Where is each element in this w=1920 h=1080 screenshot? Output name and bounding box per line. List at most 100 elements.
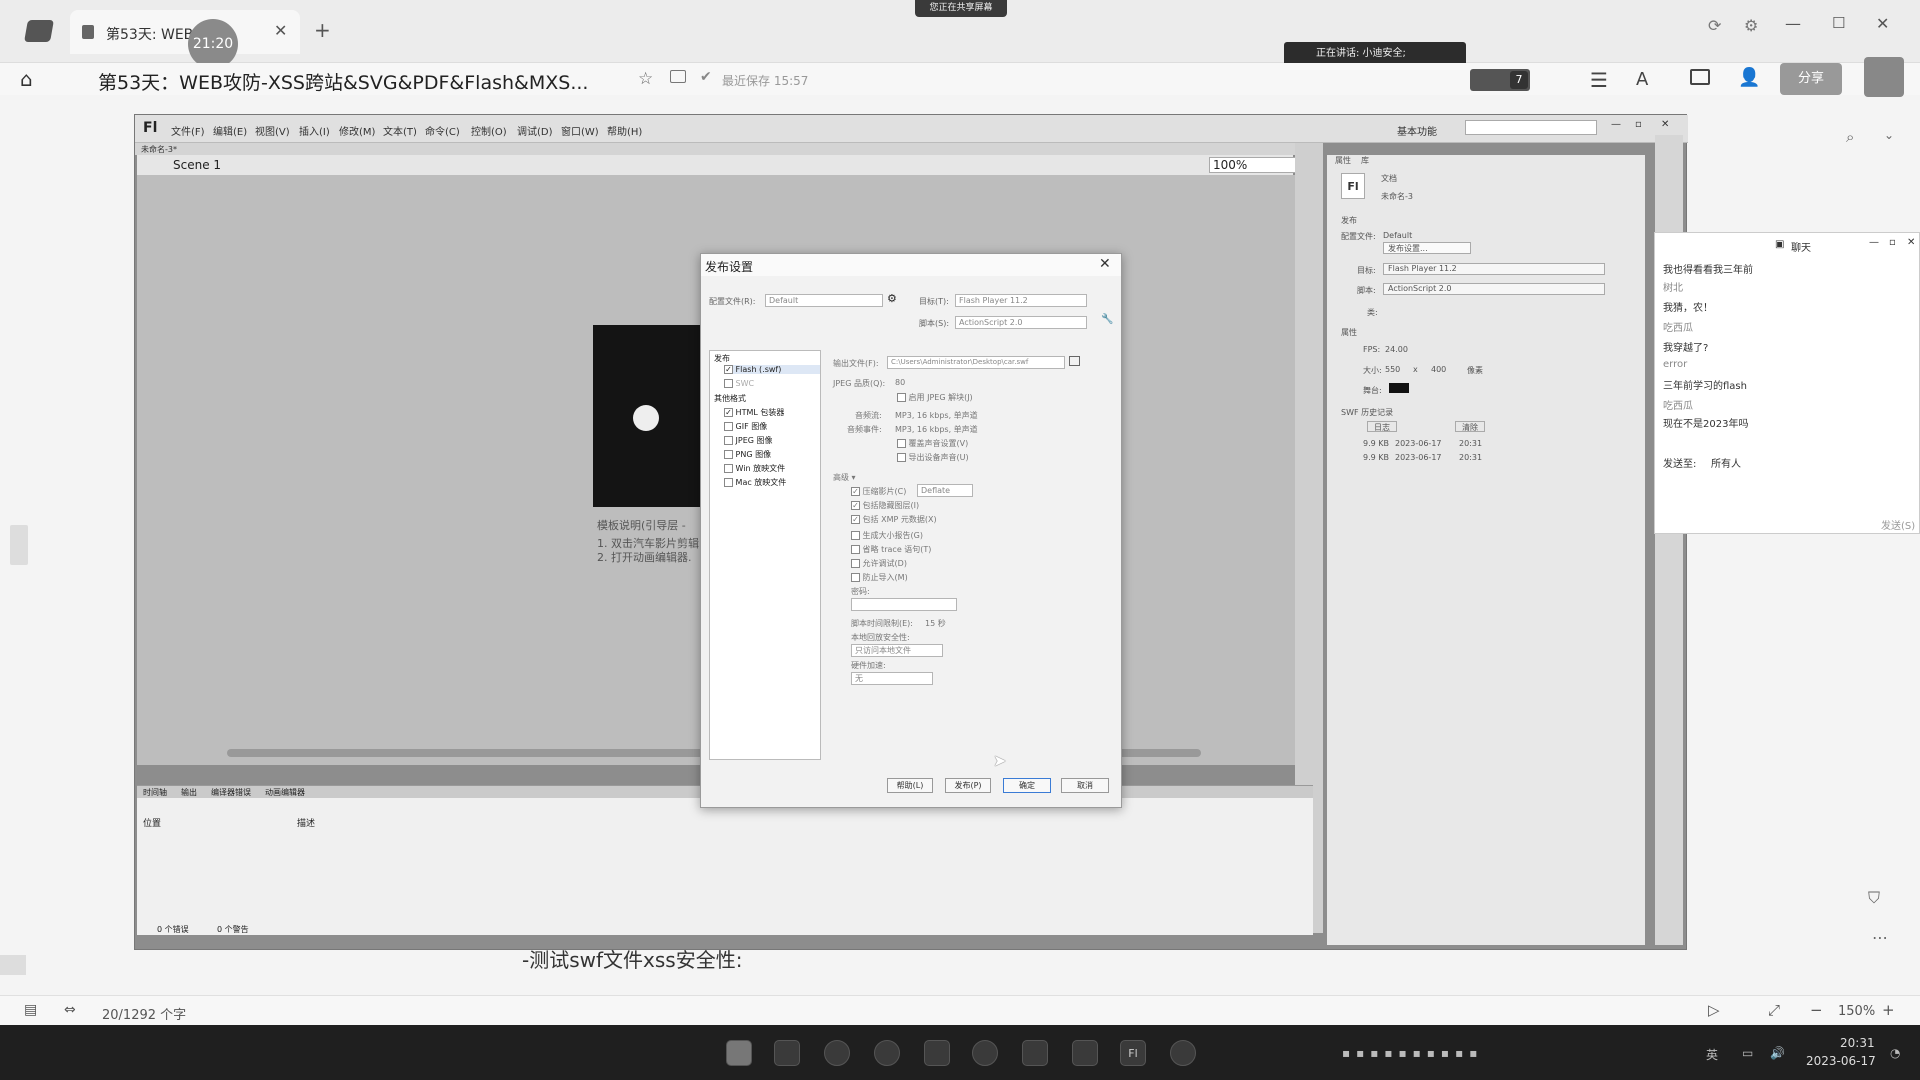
vscode-icon[interactable] [1072,1040,1098,1066]
send-button[interactable]: 发送(S) [1881,517,1915,532]
ok-button[interactable]: 确定 [1003,778,1051,793]
add-user-icon[interactable]: 👤 [1738,67,1760,88]
edge-icon[interactable] [824,1040,850,1066]
target-select[interactable]: Flash Player 11.2 [955,294,1087,307]
omit-trace-option[interactable]: 省略 trace 语句(T) [851,544,931,555]
allow-debug-option[interactable]: 允许调试(D) [851,558,907,569]
menu-help[interactable]: 帮助(H) [607,123,642,138]
include-xmp-checkbox[interactable]: ✓ [851,515,860,524]
fullscreen-icon[interactable]: ⤢ [1768,1001,1780,1019]
mac-checkbox[interactable] [724,478,733,487]
menu-icon[interactable]: ☰ [1590,68,1608,92]
gif-checkbox[interactable] [724,422,733,431]
protect-import-option[interactable]: 防止导入(M) [851,572,908,583]
user-avatar[interactable] [1864,57,1904,97]
maximize-icon[interactable]: ☐ [1832,14,1845,32]
include-hidden-option[interactable]: ✓ 包括隐藏图层(I) [851,500,919,511]
app-icon[interactable] [924,1040,950,1066]
new-tab-icon[interactable]: + [314,18,331,42]
format-win[interactable]: Win 放映文件 [724,463,785,474]
more-icon[interactable]: ⋯ [1872,928,1888,947]
compress-option[interactable]: ✓ 压缩影片(C) [851,486,906,497]
win-checkbox[interactable] [724,464,733,473]
override-sound-checkbox[interactable] [897,439,906,448]
audio-event-value[interactable]: MP3, 16 kbps, 单声道 [895,424,978,435]
prop-tab[interactable]: 属性 [1335,155,1351,166]
target-select[interactable]: Flash Player 11.2 [1383,263,1605,275]
volume-icon[interactable]: 🔊 [1770,1046,1785,1060]
swc-item[interactable]: SWC [724,379,754,388]
menu-command[interactable]: 命令(C) [425,123,460,138]
flash-swf-item[interactable]: ✓ Flash (.swf) [724,365,820,374]
compress-checkbox[interactable]: ✓ [851,487,860,496]
jpeg-checkbox[interactable] [724,436,733,445]
flash-doc-tab[interactable]: 未命名-3* [141,144,177,155]
image-viewer-icon[interactable] [1022,1040,1048,1066]
script-time-value[interactable]: 15 秒 [925,618,946,629]
clock-time[interactable]: 20:31 [1840,1036,1875,1050]
stage-color-swatch[interactable] [1389,383,1409,393]
zoom-out-icon[interactable]: − [1810,1001,1823,1019]
tray-icons[interactable]: ▪▪▪▪▪▪▪▪▪▪ [1342,1046,1483,1060]
tab-output[interactable]: 输出 [181,787,197,798]
clear-button[interactable]: 清除 [1455,421,1485,432]
include-hidden-checkbox[interactable]: ✓ [851,501,860,510]
cancel-button[interactable]: 取消 [1061,778,1109,793]
network-icon[interactable]: ▭ [1742,1046,1753,1060]
start-icon[interactable] [726,1040,752,1066]
export-device-sound-option[interactable]: 导出设备声音(U) [897,452,969,463]
size-height[interactable]: 400 [1431,365,1446,374]
present-icon[interactable] [1690,69,1710,85]
include-xmp-option[interactable]: ✓ 包括 XMP 元数据(X) [851,514,937,525]
jpeg-deblock-option[interactable]: 启用 JPEG 解块(J) [897,392,973,403]
profile-gear-icon[interactable]: ⚙ [887,292,897,305]
jpeg-quality-value[interactable]: 80 [895,378,905,387]
publish-button[interactable]: 发布(P) [945,778,991,793]
export-device-sound-checkbox[interactable] [897,453,906,462]
library-tab[interactable]: 库 [1361,155,1369,166]
chat-min-icon[interactable]: — [1869,237,1879,248]
script-select[interactable]: ActionScript 2.0 [955,316,1087,329]
compress-select[interactable]: Deflate [917,484,973,497]
menu-control[interactable]: 控制(O) [471,123,507,138]
notification-icon[interactable]: ◔ [1890,1046,1900,1060]
menu-insert[interactable]: 插入(I) [299,123,330,138]
chat-input[interactable] [1663,473,1913,513]
search-icon[interactable]: ⌕ [1846,128,1854,146]
hw-accel-select[interactable]: 无 [851,672,933,685]
flash-max-icon[interactable]: ▫ [1635,119,1642,130]
browser-tab[interactable]: 第53天: WEB... ✕ [70,10,300,54]
format-jpeg[interactable]: JPEG 图像 [724,435,773,446]
menu-debug[interactable]: 调试(D) [517,123,553,138]
flash-close-icon[interactable]: ✕ [1661,119,1669,130]
publish-settings-button[interactable]: 发布设置... [1383,242,1471,254]
flash-taskbar-icon[interactable]: Fl [1120,1040,1146,1066]
left-side-tab-2[interactable] [0,955,26,975]
explorer-icon[interactable] [774,1040,800,1066]
font-size-icon[interactable]: A [1636,69,1648,90]
menu-modify[interactable]: 修改(M) [339,123,375,138]
home-icon[interactable]: ⌂ [20,67,33,91]
format-gif[interactable]: GIF 图像 [724,421,767,432]
allow-debug-checkbox[interactable] [851,559,860,568]
chat-close-icon[interactable]: ✕ [1907,237,1915,248]
chevron-down-icon[interactable]: ⌄ [1884,128,1894,142]
minimize-icon[interactable]: — [1785,14,1801,33]
jpeg-deblock-checkbox[interactable] [897,393,906,402]
script-select[interactable]: ActionScript 2.0 [1383,283,1605,295]
fps-value[interactable]: 24.00 [1385,345,1408,354]
output-field[interactable]: C:\Users\Administrator\Desktop\car.swf [887,356,1065,369]
format-mac[interactable]: Mac 放映文件 [724,477,786,488]
refresh-icon[interactable]: ⟳ [1708,16,1721,35]
size-width[interactable]: 550 [1385,365,1400,374]
png-checkbox[interactable] [724,450,733,459]
bird-icon[interactable] [972,1040,998,1066]
local-security-select[interactable]: 只访问本地文件 [851,644,943,657]
audio-stream-value[interactable]: MP3, 16 kbps, 单声道 [895,410,978,421]
size-report-option[interactable]: 生成大小报告(G) [851,530,923,541]
tab-compiler-errors[interactable]: 编译器错误 [211,787,251,798]
profile-select[interactable]: Default [765,294,883,307]
advanced-toggle[interactable]: 高级 ▾ [833,472,856,483]
log-button[interactable]: 日志 [1367,421,1397,432]
menu-file[interactable]: 文件(F) [171,123,205,138]
